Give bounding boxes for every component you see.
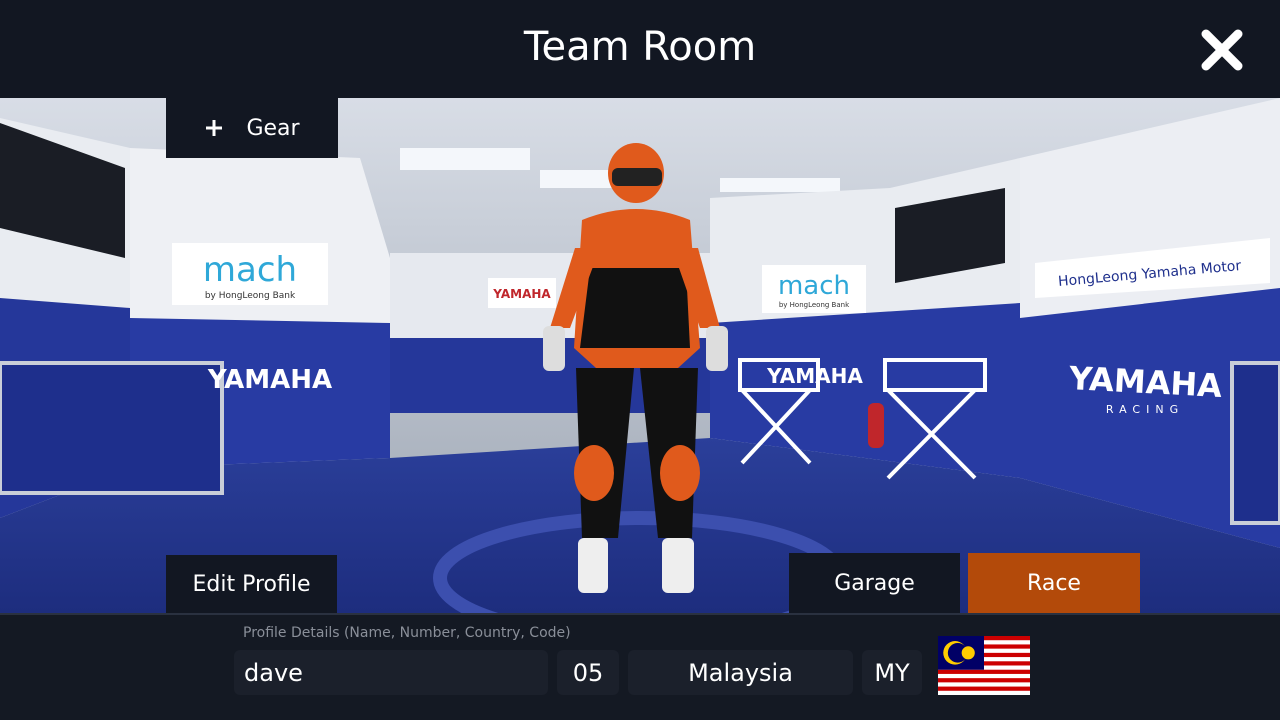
- svg-text:YAMAHA: YAMAHA: [1067, 359, 1223, 405]
- plus-icon: [206, 120, 223, 136]
- country-code-input[interactable]: MY: [862, 650, 922, 695]
- edit-profile-button[interactable]: Edit Profile: [166, 555, 337, 613]
- svg-text:YAMAHA: YAMAHA: [766, 364, 863, 388]
- country-select[interactable]: Malaysia: [628, 650, 853, 695]
- team-room-scene: mach by HongLeong Bank mach by HongLeong…: [0, 98, 1280, 613]
- profile-details-hint: Profile Details (Name, Number, Country, …: [243, 625, 571, 641]
- svg-text:RACING: RACING: [1106, 403, 1184, 416]
- garage-button[interactable]: Garage: [789, 553, 960, 613]
- sign-mach: mach: [203, 250, 297, 290]
- scene-background: mach by HongLeong Bank mach by HongLeong…: [0, 98, 1280, 613]
- race-button[interactable]: Race: [968, 553, 1140, 613]
- svg-text:by HongLeong Bank: by HongLeong Bank: [779, 301, 850, 309]
- profile-details-bar: Profile Details (Name, Number, Country, …: [0, 613, 1280, 720]
- malaysia-flag-icon: [938, 636, 1030, 695]
- svg-text:YAMAHA: YAMAHA: [207, 365, 332, 395]
- header: Team Room: [0, 0, 1280, 98]
- page-title: Team Room: [523, 24, 757, 70]
- name-input[interactable]: dave: [234, 650, 548, 695]
- gear-label: Gear: [246, 115, 300, 141]
- number-input[interactable]: 05: [557, 650, 619, 695]
- svg-text:by HongLeong Bank: by HongLeong Bank: [205, 291, 296, 301]
- gear-button[interactable]: Gear: [166, 98, 338, 158]
- svg-text:mach: mach: [778, 271, 850, 301]
- svg-text:YAMAHA: YAMAHA: [492, 287, 551, 301]
- close-icon[interactable]: [1198, 26, 1246, 74]
